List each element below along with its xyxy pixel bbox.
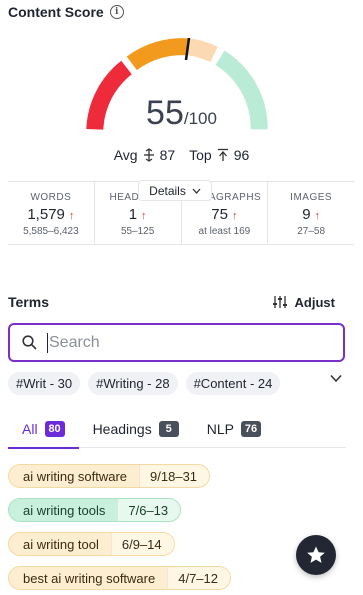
terms-title: Terms [8,294,49,310]
arrow-up-icon: ↑ [141,210,147,222]
stat-range: 27–58 [297,226,326,237]
benchmark-row: Avg 87 Top 96 [0,147,363,163]
term-count: 7/6–13 [117,499,181,521]
terms-header: Terms Adjust [8,294,335,310]
stat-range: at least 169 [198,226,251,237]
avg-label: Avg [113,147,138,163]
content-score-header: Content Score i [8,2,124,22]
arrow-up-icon: ↑ [231,210,238,222]
term-count: 4/7–12 [167,567,230,589]
term-item[interactable]: ai writing tool 6/9–14 [8,532,175,556]
top-value: 96 [233,147,250,163]
score-value: 55 [146,94,184,132]
term-count: 6/9–14 [110,533,174,555]
term-count: 9/18–31 [139,465,210,487]
search-input[interactable] [49,333,319,352]
text-cursor [47,332,48,353]
tab-all[interactable]: All 80 [8,410,79,449]
topic-chips: #Writ - 30 #Writing - 28 #Content - 24 [8,372,281,395]
term-name: ai writing software [23,468,128,484]
tab-label: Headings [92,421,152,437]
avg-icon [143,148,154,162]
term-item[interactable]: best ai writing software 4/7–12 [8,566,231,590]
details-label: Details [149,183,186,198]
star-icon [307,546,325,563]
stat-images: IMAGES 9 ↑ 27–58 [268,182,354,244]
topic-chip[interactable]: #Content - 24 [185,372,281,395]
top-label: Top [189,147,212,163]
top-icon [217,148,228,161]
avg-value: 87 [159,147,176,163]
sliders-icon [272,296,287,308]
topic-chip[interactable]: #Writing - 28 [88,372,178,395]
arrow-up-icon: ↑ [314,210,321,222]
term-item[interactable]: ai writing tools 7/6–13 [8,498,182,522]
score-display: 55/100 [0,94,363,133]
terms-tabs: All 80 Headings 5 NLP 76 [8,410,346,449]
term-item[interactable]: ai writing software 9/18–31 [8,464,211,488]
arrow-up-icon: ↑ [68,210,75,222]
stat-value: 1,579 [27,206,65,223]
tab-label: All [22,421,38,437]
stat-range: 55–125 [120,226,155,237]
term-name: ai writing tool [23,536,99,552]
stat-value: 9 [302,206,311,223]
tab-nlp[interactable]: NLP 76 [193,410,275,448]
search-box[interactable] [8,323,345,362]
term-name: best ai writing software [23,570,156,586]
chevron-down-icon [192,188,201,194]
count-badge: 80 [44,421,65,437]
gauge-segment-light-orange [187,38,218,63]
stat-label: WORDS [30,192,72,203]
favorite-button[interactable] [296,535,336,575]
topic-chip[interactable]: #Writ - 30 [8,372,81,395]
search-icon [22,335,37,350]
stat-label: IMAGES [290,192,333,203]
adjust-button[interactable]: Adjust [272,294,335,310]
term-name: ai writing tools [23,502,106,518]
gauge-segment-orange [126,38,189,71]
tab-headings[interactable]: Headings 5 [79,410,193,448]
stat-range: 5,585–6,423 [23,226,79,237]
stat-words: WORDS 1,579 ↑ 5,585–6,423 [8,182,95,244]
stat-value: 75 [211,206,228,223]
count-badge: 76 [240,421,261,437]
details-button[interactable]: Details [138,180,212,201]
content-score-title: Content Score [8,4,104,20]
tab-label: NLP [206,421,234,437]
adjust-label: Adjust [294,294,335,310]
count-badge: 5 [158,421,179,437]
stat-value: 1 [128,206,138,223]
info-icon[interactable]: i [109,5,124,19]
chevron-down-icon[interactable] [330,374,342,383]
score-max: /100 [183,109,217,128]
